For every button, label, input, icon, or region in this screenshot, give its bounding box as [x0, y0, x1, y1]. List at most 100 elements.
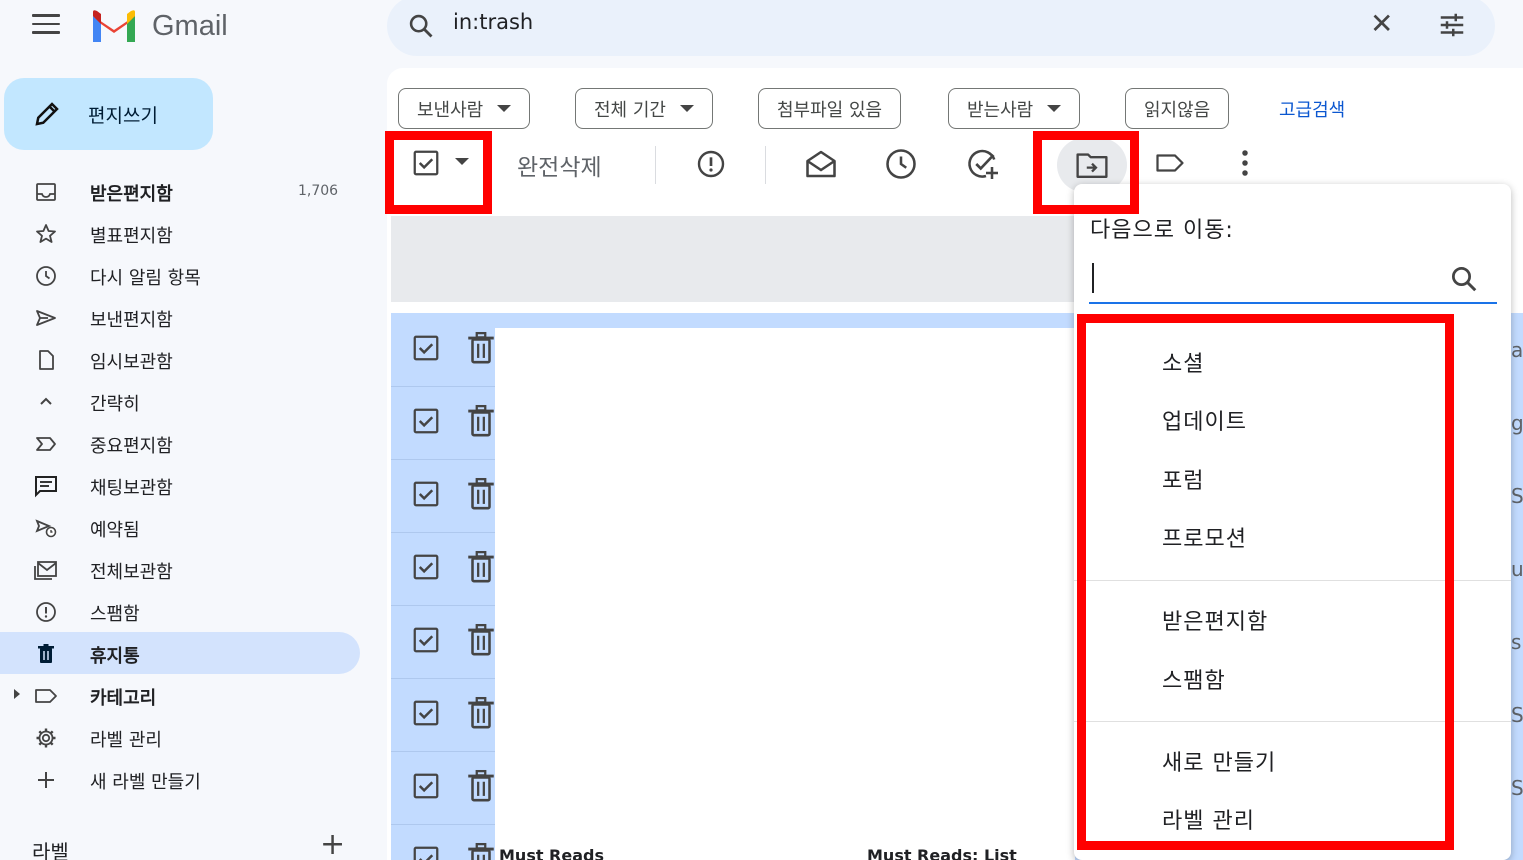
- chat-icon: [33, 473, 59, 499]
- sidebar-item-label: 새 라벨 만들기: [90, 772, 201, 793]
- table-row[interactable]: [391, 386, 495, 459]
- gear-icon: [33, 725, 59, 751]
- sidebar-item-scheduled[interactable]: 예약됨: [0, 506, 370, 548]
- checkbox-checked-icon[interactable]: [411, 479, 441, 509]
- checkbox-checked-icon[interactable]: [411, 333, 441, 363]
- clear-search-icon[interactable]: ✕: [1370, 10, 1393, 38]
- send-icon: [33, 305, 59, 331]
- gmail-logo[interactable]: Gmail: [90, 8, 228, 44]
- labels-heading: 라벨: [32, 840, 69, 860]
- important-icon: [33, 431, 59, 457]
- filter-chip-attachment[interactable]: 첨부파일 있음: [758, 88, 902, 129]
- labels-button[interactable]: [1153, 148, 1187, 178]
- chip-label: 첨부파일 있음: [777, 99, 883, 121]
- trash-icon[interactable]: [466, 696, 496, 730]
- trash-icon[interactable]: [466, 550, 496, 584]
- delete-forever-button[interactable]: 완전삭제: [517, 148, 602, 182]
- trash-icon[interactable]: [466, 623, 496, 657]
- filter-chip-unread[interactable]: 읽지않음: [1125, 88, 1230, 129]
- checkbox-checked-icon[interactable]: [411, 406, 441, 436]
- add-to-tasks-button[interactable]: [965, 146, 1001, 182]
- sidebar-item-label: 보낸편지함: [90, 310, 173, 331]
- table-row[interactable]: [391, 532, 495, 605]
- trash-icon[interactable]: [466, 331, 496, 365]
- sidebar-item-label: 스팸함: [90, 604, 140, 625]
- sidebar-item-starred[interactable]: 별표편지함: [0, 212, 370, 254]
- sidebar-item-label: 중요편지함: [90, 436, 173, 457]
- table-row[interactable]: [391, 824, 495, 860]
- sidebar-item-create-label[interactable]: 새 라벨 만들기: [0, 758, 370, 800]
- compose-label: 편지쓰기: [88, 104, 158, 127]
- sidebar-item-snoozed[interactable]: 다시 알림 항목: [0, 254, 370, 296]
- clock-icon: [886, 149, 916, 179]
- annotation-box-select-all: [385, 131, 492, 214]
- row-snippet-edge: S: [1511, 776, 1523, 800]
- sidebar-nav: 받은편지함 1,706 별표편지함 다시 알림 항목 보낸편지함 임시보관함 간…: [0, 170, 370, 800]
- spam-icon: [33, 599, 59, 625]
- row-snippet-edge: s: [1511, 630, 1522, 654]
- snooze-button[interactable]: [883, 146, 919, 182]
- draft-icon: [33, 347, 59, 373]
- sidebar-item-manage-labels[interactable]: 라벨 관리: [0, 716, 370, 758]
- trash-icon[interactable]: [466, 842, 496, 860]
- gmail-m-icon: [93, 10, 135, 42]
- chevron-down-icon: [1047, 105, 1062, 112]
- table-row[interactable]: [391, 678, 495, 751]
- table-row[interactable]: [391, 313, 495, 386]
- sidebar-item-label: 휴지통: [90, 646, 140, 667]
- add-label-button[interactable]: +: [320, 830, 345, 860]
- checkbox-checked-icon[interactable]: [411, 771, 441, 801]
- sidebar-item-categories[interactable]: 카테고리: [0, 674, 370, 716]
- sidebar-item-inbox[interactable]: 받은편지함 1,706: [0, 170, 370, 212]
- search-icon[interactable]: [407, 12, 435, 40]
- checkbox-checked-icon[interactable]: [411, 844, 441, 860]
- table-row[interactable]: [391, 459, 495, 532]
- label-icon: [1156, 154, 1184, 172]
- pencil-icon: [35, 102, 59, 126]
- more-options-button[interactable]: [1237, 148, 1253, 178]
- bottom-row-sender: Must Reads: [499, 846, 604, 860]
- trash-icon[interactable]: [466, 404, 496, 438]
- trash-icon[interactable]: [466, 769, 496, 803]
- star-icon: [33, 221, 59, 247]
- checkbox-checked-icon[interactable]: [411, 698, 441, 728]
- move-to-search[interactable]: [1089, 250, 1497, 304]
- sidebar-item-less[interactable]: 간략히: [0, 380, 370, 422]
- report-spam-button[interactable]: [695, 148, 727, 180]
- sidebar-item-sent[interactable]: 보낸편지함: [0, 296, 370, 338]
- table-row[interactable]: [391, 605, 495, 678]
- mark-as-read-button[interactable]: [803, 146, 839, 182]
- trash-icon[interactable]: [466, 477, 496, 511]
- list-banner: [391, 216, 1075, 302]
- search-icon[interactable]: [1449, 264, 1479, 294]
- annotation-box-menu-options: [1077, 314, 1454, 850]
- sidebar-item-important[interactable]: 중요편지함: [0, 422, 370, 464]
- filter-chip-to[interactable]: 받는사람: [948, 88, 1081, 129]
- row-snippet-edge: a: [1511, 338, 1523, 362]
- sidebar-item-drafts[interactable]: 임시보관함: [0, 338, 370, 380]
- search-options-icon[interactable]: [1437, 10, 1467, 40]
- search-input[interactable]: in:trash: [453, 10, 533, 34]
- checkbox-checked-icon[interactable]: [411, 625, 441, 655]
- sidebar-item-label: 간략히: [90, 394, 140, 415]
- row-snippet-edge: u: [1511, 557, 1523, 581]
- sidebar-item-chats[interactable]: 채팅보관함: [0, 464, 370, 506]
- filter-chip-date[interactable]: 전체 기간: [575, 88, 713, 129]
- chip-label: 전체 기간: [594, 99, 666, 121]
- expand-arrow-icon[interactable]: [14, 689, 20, 699]
- sidebar-item-trash[interactable]: 휴지통: [0, 632, 360, 674]
- sidebar-item-spam[interactable]: 스팸함: [0, 590, 370, 632]
- search-bar[interactable]: in:trash ✕: [387, 0, 1495, 56]
- chip-label: 보낸사람: [417, 99, 484, 121]
- compose-button[interactable]: 편지쓰기: [4, 78, 213, 150]
- checkbox-checked-icon[interactable]: [411, 552, 441, 582]
- move-to-search-input[interactable]: [1093, 260, 1433, 296]
- open-envelope-icon: [806, 150, 836, 178]
- filter-chip-from[interactable]: 보낸사람: [398, 88, 531, 129]
- main-menu-button[interactable]: [32, 14, 60, 36]
- sidebar-item-label: 카테고리: [90, 688, 157, 709]
- table-row[interactable]: [391, 751, 495, 824]
- sidebar-item-all-mail[interactable]: 전체보관함: [0, 548, 370, 590]
- clock-icon: [33, 263, 59, 289]
- advanced-search-link[interactable]: 고급검색: [1279, 96, 1345, 122]
